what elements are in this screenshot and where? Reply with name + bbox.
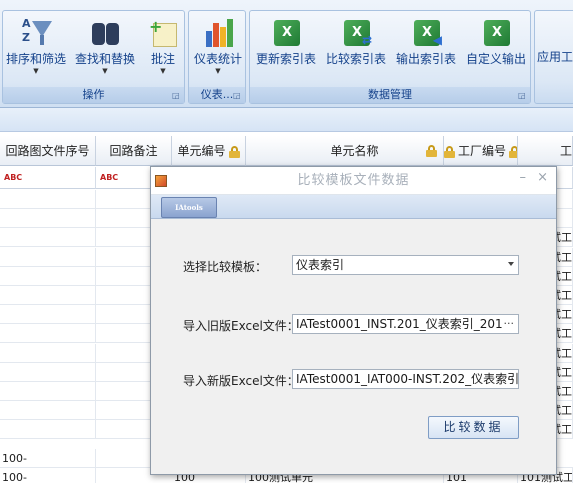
excel-export-icon: X ◀ <box>410 17 442 49</box>
browse-new-button[interactable]: ··· <box>504 370 515 388</box>
column-header[interactable]: 回路备注 <box>96 136 172 166</box>
dropdown-arrow-icon: ▼ <box>215 67 221 75</box>
compare-template-dialog: 比较模板文件数据 – × IAtools 选择比较模板： 仪表索引 导入旧版Ex… <box>150 166 557 475</box>
apply-tools-group: 应用工 <box>534 10 573 104</box>
group-launcher-icon[interactable]: ◲ <box>518 91 527 100</box>
text-filter-icon: ABC <box>4 173 23 182</box>
export-index-button[interactable]: X ◀ 输出索引表 <box>392 15 460 87</box>
find-replace-button[interactable]: 查找和替换 ▼ <box>71 15 139 87</box>
dialog-tabbar: IAtools <box>151 195 556 219</box>
chevron-down-icon <box>508 262 514 266</box>
browse-old-button[interactable]: ··· <box>504 315 515 333</box>
minimize-icon[interactable]: – <box>520 170 527 185</box>
compare-index-button[interactable]: X ⇄ 比较索引表 <box>322 15 390 87</box>
excel-compare-icon: X ⇄ <box>340 17 372 49</box>
new-excel-field[interactable]: IATest0001_IAT000-INST.202_仪表索引 ··· <box>292 369 519 389</box>
old-excel-field[interactable]: IATest0001_INST.201_仪表索引_201 ··· <box>292 314 519 334</box>
custom-export-button[interactable]: X 自定义输出 <box>462 15 530 87</box>
iatools-tab[interactable]: IAtools <box>161 197 217 218</box>
table-cell <box>0 324 96 344</box>
template-label: 选择比较模板： <box>183 260 268 274</box>
group-launcher-icon[interactable]: ◲ <box>233 91 242 100</box>
ribbon: 排序和筛选 ▼ 查找和替换 ▼ + 批注 ▼ 操作 ◲ <box>0 0 573 108</box>
operations-group: 排序和筛选 ▼ 查找和替换 ▼ + 批注 ▼ 操作 ◲ <box>2 10 185 104</box>
data-management-group: X 更新索引表 X ⇄ 比较索引表 X ◀ 输出索引表 X 自定义输出 数据管理 ◲ <box>249 10 531 104</box>
group-launcher-icon[interactable]: ◲ <box>172 91 181 100</box>
group-label-data-management: 数据管理 <box>250 87 530 103</box>
annotate-button[interactable]: + 批注 ▼ <box>143 15 183 87</box>
column-header[interactable]: 回路图文件序号 <box>0 136 96 166</box>
table-cell <box>0 382 96 401</box>
note-add-icon: + <box>147 17 179 49</box>
table-cell <box>0 362 96 382</box>
table-cell <box>0 209 96 229</box>
template-select[interactable]: 仪表索引 <box>292 255 519 275</box>
table-cell <box>0 343 96 363</box>
table-cell <box>0 228 96 248</box>
column-header[interactable]: 单元名称 <box>246 136 444 166</box>
lock-icon <box>228 145 240 158</box>
table-cell <box>0 286 96 305</box>
excel-update-icon: X <box>270 17 302 49</box>
table-cell <box>0 401 96 421</box>
dropdown-arrow-icon: ▼ <box>160 67 166 75</box>
lock-icon <box>509 145 517 158</box>
table-cell <box>0 420 96 440</box>
compare-data-button[interactable]: 比较数据 <box>428 416 519 439</box>
column-header[interactable]: 工 <box>518 136 573 166</box>
table-cell <box>0 305 96 325</box>
dialog-title: 比较模板文件数据 <box>297 173 410 188</box>
apply-tools-icon <box>541 23 573 47</box>
update-index-button[interactable]: X 更新索引表 <box>252 15 320 87</box>
column-header[interactable]: 工厂编号 <box>444 136 518 166</box>
text-filter-icon: ABC <box>100 173 119 182</box>
sort-filter-button[interactable]: 排序和筛选 ▼ <box>5 15 67 87</box>
table-cell <box>0 247 96 267</box>
filter-cell[interactable]: ABC <box>0 167 96 189</box>
instrument-group: 仪表统计 ▼ 仪表... ◲ <box>188 10 246 104</box>
column-header[interactable]: 单元编号 <box>172 136 246 166</box>
dialog-titlebar[interactable]: 比较模板文件数据 – × <box>151 167 556 195</box>
table-cell <box>0 266 96 286</box>
new-excel-label: 导入新版Excel文件： <box>183 374 299 388</box>
old-excel-label: 导入旧版Excel文件： <box>183 319 299 333</box>
dropdown-arrow-icon: ▼ <box>33 67 39 75</box>
quick-access-strip <box>0 108 573 132</box>
binoculars-icon <box>89 17 121 49</box>
dropdown-arrow-icon: ▼ <box>102 67 108 75</box>
apply-tools-button[interactable]: 应用工 <box>537 15 573 87</box>
lock-icon <box>444 145 455 158</box>
lock-icon <box>426 145 437 157</box>
sort-filter-icon <box>20 17 52 49</box>
close-icon[interactable]: × <box>537 170 548 185</box>
bar-chart-icon <box>202 17 234 49</box>
table-cell <box>0 190 96 209</box>
excel-custom-icon: X <box>480 17 512 49</box>
instrument-stats-button[interactable]: 仪表统计 ▼ <box>190 15 246 87</box>
group-label-operations: 操作 <box>3 87 184 103</box>
